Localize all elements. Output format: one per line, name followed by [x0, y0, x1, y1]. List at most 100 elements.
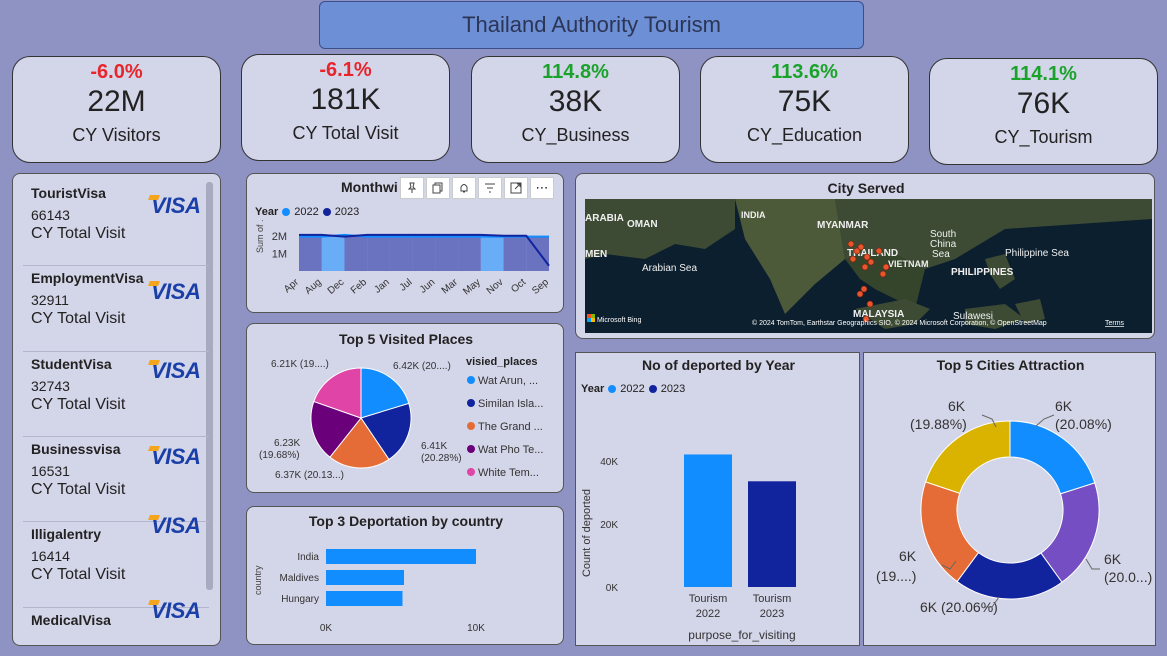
divider — [23, 351, 209, 352]
deport-country-panel[interactable]: Top 3 Deportation by country country Indi… — [246, 506, 564, 645]
visa-card-list[interactable]: TouristVisa 66143 CY Total Visit VISA Em… — [12, 173, 221, 646]
legend-label: Similan Isla... — [478, 398, 543, 410]
x-tick-label: Jul — [398, 277, 415, 294]
kpi-cy-total-visit[interactable]: -6.1% 181K CY Total Visit — [241, 54, 450, 161]
x-tick-label: Jun — [418, 277, 437, 296]
y-axis-label: country — [253, 565, 263, 595]
x-tick-label: Jan — [372, 277, 391, 296]
map-title: City Served — [827, 180, 905, 196]
kpi-change: -6.0% — [90, 61, 143, 83]
city-marker — [875, 247, 883, 255]
bing-logo-icon — [587, 318, 591, 322]
bell-icon[interactable] — [452, 177, 476, 199]
cities-donut-chart[interactable]: 6K(20.08%)6K(20.0...)6K (20.06%)6K(19...… — [864, 381, 1156, 645]
visa-logo-icon: VISA — [151, 358, 201, 383]
kpi-cy-tourism[interactable]: 114.1% 76K CY_Tourism — [929, 58, 1158, 165]
visual-toolbar[interactable]: ⋯ — [400, 177, 554, 199]
leader-line — [1035, 414, 1055, 427]
deport-year-panel[interactable]: No of deported by Year Year 2022 2023 Co… — [575, 352, 860, 646]
y-tick-label: 40K — [600, 457, 618, 468]
kpi-cy-education[interactable]: 113.6% 75K CY_Education — [700, 56, 909, 163]
bing-logo-icon — [587, 314, 591, 318]
area-segment — [389, 234, 413, 271]
city-served-map-panel[interactable]: City Served ARABIA OMAN INDIA MYANMAR South C… — [575, 173, 1155, 339]
x-tick-label: Apr — [282, 276, 302, 295]
map-place-label: OMAN — [627, 219, 658, 230]
divider — [23, 265, 209, 266]
map-place-label: MYANMAR — [817, 220, 869, 231]
kpi-cy-visitors[interactable]: -6.0% 22M CY Visitors — [12, 56, 221, 163]
slice-label: (19.88%) — [910, 416, 967, 432]
map-provider: Microsoft Bing — [597, 317, 641, 324]
pin-icon[interactable] — [400, 177, 424, 199]
x-tick-label: Tourism — [689, 593, 728, 605]
slice-label: 6.41K — [421, 441, 447, 452]
x-tick-label: Oct — [509, 277, 528, 296]
visa-label: CY Total Visit — [31, 481, 126, 498]
chart-title: Top 5 Cities Attraction — [936, 357, 1085, 373]
legend-label: Wat Arun, ... — [478, 375, 538, 387]
copy-icon[interactable] — [426, 177, 450, 199]
legend-label-2022: 2022 — [294, 206, 319, 218]
kpi-label: CY_Business — [521, 125, 630, 145]
city-marker — [879, 270, 887, 278]
visa-logo-icon: VISA — [151, 193, 201, 218]
kpi-value: 75K — [777, 85, 832, 118]
slice-label: 6K — [1104, 551, 1122, 567]
monthwise-chart-panel[interactable]: Monthwi ⋯ Year 2022 2023 Sum of ... 2M 1M A… — [246, 173, 564, 313]
bar — [684, 454, 732, 587]
x-tick-label: Tourism — [753, 593, 792, 605]
x-tick-label: Aug — [303, 277, 324, 297]
chart-legend: Year 2022 2023 — [255, 206, 359, 218]
deport-year-bar-chart[interactable]: Count of deported 0K 20K 40K Tourism 2022 Tour… — [576, 403, 860, 645]
map-place-label: MEN — [585, 249, 607, 260]
city-marker — [863, 253, 871, 261]
kpi-label: CY_Education — [746, 125, 863, 145]
slice-label: 6K — [948, 398, 966, 414]
legend-dot — [467, 422, 475, 430]
x-tick-label: Mar — [440, 276, 461, 296]
cities-attraction-panel[interactable]: Top 5 Cities Attraction 6K (20.08%) 6K (20.… — [863, 352, 1156, 646]
y-tick-label: 20K — [600, 520, 618, 531]
deport-country-bar-chart[interactable]: country India Maldives Hungary 0K 10K — [247, 535, 565, 643]
top-places-pie-chart[interactable]: 6.42K (20....) 6.41K(20.28%) 6.37K (20.13.… — [247, 349, 565, 494]
legend-dot-2022 — [282, 208, 291, 216]
more-icon[interactable]: ⋯ — [530, 177, 554, 199]
legend-label: The Grand ... — [478, 421, 543, 433]
kpi-change: 113.6% — [771, 61, 838, 83]
monthwise-area-chart[interactable]: Sum of ... 2M 1M Apr Aug Dec Feb Jan Jul Jun Mar Ma… — [247, 219, 563, 309]
area-segment — [458, 234, 481, 271]
city-marker — [861, 263, 869, 271]
legend-label: Wat Pho Te... — [478, 444, 543, 456]
slice-label: (19.68%) — [259, 450, 300, 461]
filter-icon[interactable] — [478, 177, 502, 199]
slice-label: 6.37K (20.13...) — [275, 470, 344, 481]
kpi-change: 114.1% — [1010, 63, 1077, 85]
area-segment — [344, 234, 368, 271]
legend-dot-2023 — [322, 208, 331, 216]
area-segment — [367, 234, 390, 271]
map-place-label: PHILIPPINES — [951, 267, 1014, 278]
legend-label-2023: 2023 — [660, 383, 686, 395]
area-segment — [412, 234, 436, 271]
area-segment — [480, 234, 504, 271]
y-tick-label: Hungary — [281, 594, 319, 605]
kpi-change: 114.8% — [542, 61, 609, 83]
bar — [326, 591, 403, 606]
city-served-map[interactable]: ARABIAOMANINDIAMYANMARSouthChinaSea Phili… — [585, 199, 1152, 333]
bar — [326, 549, 476, 564]
focus-icon[interactable] — [504, 177, 528, 199]
y-tick-label: 2M — [272, 231, 287, 243]
kpi-value: 22M — [87, 85, 146, 118]
legend-dot-2022 — [608, 385, 617, 393]
visa-label: CY Total Visit — [31, 310, 126, 327]
area-segment — [435, 234, 459, 271]
legend-dot-2023 — [648, 385, 657, 393]
kpi-cy-business[interactable]: 114.8% 38K CY_Business — [471, 56, 680, 163]
slice-label: (20.28%) — [421, 453, 462, 464]
map-place-label: ARABIA — [585, 213, 624, 224]
map-attribution: © 2024 TomTom, Earthstar Geographics SIO… — [752, 319, 1047, 327]
legend-dot — [467, 468, 475, 476]
map-place-label: Philippine Sea — [1005, 248, 1069, 259]
top-places-panel[interactable]: Top 5 Visited Places 6.42K (20....) 6.41K… — [246, 323, 564, 493]
